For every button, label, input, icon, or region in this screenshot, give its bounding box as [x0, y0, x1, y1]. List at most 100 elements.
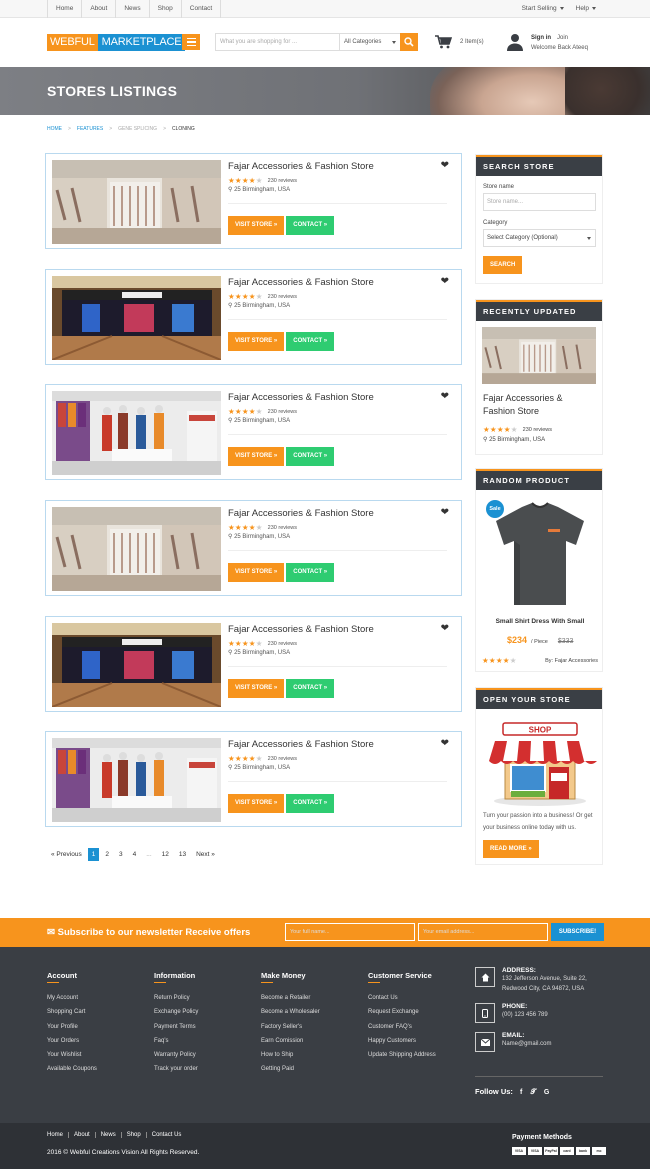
store-image[interactable] — [52, 507, 221, 591]
contact-button[interactable]: CONTACT » — [286, 563, 335, 582]
visit-store-button[interactable]: VISIT STORE » — [228, 332, 285, 351]
search-store-button[interactable]: SEARCH — [483, 256, 523, 274]
store-name-input[interactable]: Store name... — [483, 193, 596, 211]
breadcrumb-home[interactable]: HOME — [47, 126, 62, 132]
contact-button[interactable]: CONTACT » — [286, 794, 335, 813]
heart-icon[interactable]: ❤ — [441, 738, 449, 749]
footer-link[interactable]: Shopping Cart — [47, 1005, 97, 1019]
visit-store-button[interactable]: VISIT STORE » — [228, 216, 285, 235]
start-selling-dropdown[interactable]: Start Selling — [516, 0, 570, 18]
email-text[interactable]: Name@gmail.com — [502, 1039, 551, 1049]
footer-link[interactable]: Getting Paid — [261, 1062, 320, 1076]
contact-button[interactable]: CONTACT » — [286, 447, 335, 466]
bottom-nav-contact[interactable]: Contact Us — [147, 1132, 187, 1138]
store-image[interactable] — [52, 160, 221, 244]
breadcrumb-features[interactable]: FEATURES — [77, 126, 103, 132]
category-select[interactable]: All Categories — [340, 34, 400, 50]
top-nav-news[interactable]: News — [116, 0, 150, 18]
store-name[interactable]: Fajar Accessories & Fashion Store — [228, 277, 374, 288]
footer-link[interactable]: Earn Comission — [261, 1034, 320, 1048]
top-nav-about[interactable]: About — [82, 0, 117, 18]
subscribe-button[interactable]: SUBSCRIBE! — [551, 923, 604, 941]
store-name[interactable]: Fajar Accessories & Fashion Store — [228, 161, 374, 172]
heart-icon[interactable]: ❤ — [441, 391, 449, 402]
recent-store-image[interactable] — [482, 327, 596, 384]
logo[interactable]: WEBFUL MARKETPLACE — [47, 34, 186, 51]
footer-link[interactable]: My Account — [47, 991, 97, 1005]
pagination-page[interactable]: 13 — [175, 848, 190, 861]
store-name[interactable]: Fajar Accessories & Fashion Store — [228, 392, 374, 403]
footer-link[interactable]: Happy Customers — [368, 1034, 436, 1048]
top-nav-shop[interactable]: Shop — [150, 0, 182, 18]
menu-icon[interactable] — [182, 34, 200, 50]
store-image[interactable] — [52, 738, 221, 822]
product-name[interactable]: Small Shirt Dress With Small — [476, 618, 604, 625]
breadcrumb-gene-splicing[interactable]: GENE SPLICING — [118, 126, 157, 132]
search-button[interactable] — [400, 33, 418, 51]
footer-link[interactable]: Become a Wholesaler — [261, 1005, 320, 1019]
contact-button[interactable]: CONTACT » — [286, 679, 335, 698]
footer-link[interactable]: Your Wishlist — [47, 1048, 97, 1062]
store-image[interactable] — [52, 276, 221, 360]
join-link[interactable]: Join — [557, 35, 568, 41]
heart-icon[interactable]: ❤ — [441, 276, 449, 287]
top-nav-contact[interactable]: Contact — [182, 0, 222, 18]
footer-link[interactable]: Request Exchange — [368, 1005, 436, 1019]
footer-link[interactable]: Warranty Policy — [154, 1048, 198, 1062]
footer-link[interactable]: Contact Us — [368, 991, 436, 1005]
footer-link[interactable]: Customer FAQ's — [368, 1020, 436, 1034]
category-dropdown[interactable]: Select Category (Optional) — [483, 229, 596, 247]
bottom-nav-about[interactable]: About — [69, 1132, 96, 1138]
search-input[interactable]: What you are shopping for ... — [216, 34, 340, 50]
footer-link[interactable]: Your Profile — [47, 1020, 97, 1034]
footer-link[interactable]: Factory Seller's — [261, 1020, 320, 1034]
recent-store-name[interactable]: Fajar Accessories & Fashion Store — [483, 392, 593, 418]
newsletter-name-input[interactable]: Your full name... — [285, 923, 415, 941]
footer-link[interactable]: Return Policy — [154, 991, 198, 1005]
bottom-nav-home[interactable]: Home — [47, 1132, 70, 1138]
footer-link[interactable]: Become a Retailer — [261, 991, 320, 1005]
heart-icon[interactable]: ❤ — [441, 507, 449, 518]
contact-button[interactable]: CONTACT » — [286, 332, 335, 351]
help-dropdown[interactable]: Help — [570, 0, 602, 18]
store-name[interactable]: Fajar Accessories & Fashion Store — [228, 508, 374, 519]
store-name[interactable]: Fajar Accessories & Fashion Store — [228, 624, 374, 635]
visit-store-button[interactable]: VISIT STORE » — [228, 794, 285, 813]
visit-store-button[interactable]: VISIT STORE » — [228, 563, 285, 582]
pagination-page[interactable]: 1 — [87, 848, 100, 861]
bottom-nav-shop[interactable]: Shop — [122, 1132, 147, 1138]
footer-link[interactable]: Track your order — [154, 1062, 198, 1076]
product-price-current: $234 — [507, 635, 528, 645]
twitter-icon[interactable]: 𝓣 — [530, 1089, 535, 1096]
heart-icon[interactable]: ❤ — [441, 160, 449, 171]
cart[interactable]: 2 Item(s) — [435, 35, 484, 49]
visit-store-button[interactable]: VISIT STORE » — [228, 447, 285, 466]
top-nav-home[interactable]: Home — [47, 0, 83, 18]
bottom-nav-news[interactable]: News — [96, 1132, 122, 1138]
pagination-page[interactable]: 4 — [129, 848, 141, 861]
heart-icon[interactable]: ❤ — [441, 623, 449, 634]
pagination-next[interactable]: Next » — [192, 848, 219, 861]
visit-store-button[interactable]: VISIT STORE » — [228, 679, 285, 698]
footer-link[interactable]: Update Shipping Address — [368, 1048, 436, 1062]
pagination-page[interactable]: 12 — [158, 848, 173, 861]
footer-link[interactable]: Faq's — [154, 1034, 198, 1048]
pagination-page[interactable]: 3 — [115, 848, 127, 861]
store-image[interactable] — [52, 623, 221, 707]
newsletter-email-input[interactable]: Your email address... — [418, 923, 548, 941]
footer-link[interactable]: Your Orders — [47, 1034, 97, 1048]
pagination-previous[interactable]: « Previous — [47, 848, 86, 861]
footer-link[interactable]: Payment Terms — [154, 1020, 198, 1034]
store-name[interactable]: Fajar Accessories & Fashion Store — [228, 739, 374, 750]
contact-button[interactable]: CONTACT » — [286, 216, 335, 235]
footer-link[interactable]: How to Ship — [261, 1048, 320, 1062]
footer-link[interactable]: Exchange Policy — [154, 1005, 198, 1019]
tshirt-image[interactable] — [492, 499, 588, 609]
read-more-button[interactable]: READ MORE » — [483, 840, 539, 858]
sign-in-link[interactable]: Sign in — [531, 35, 551, 41]
footer-link[interactable]: Available Coupons — [47, 1062, 97, 1076]
facebook-icon[interactable]: f — [520, 1089, 522, 1096]
google-icon[interactable]: G — [544, 1089, 549, 1096]
store-image[interactable] — [52, 391, 221, 475]
pagination-page[interactable]: 2 — [101, 848, 113, 861]
